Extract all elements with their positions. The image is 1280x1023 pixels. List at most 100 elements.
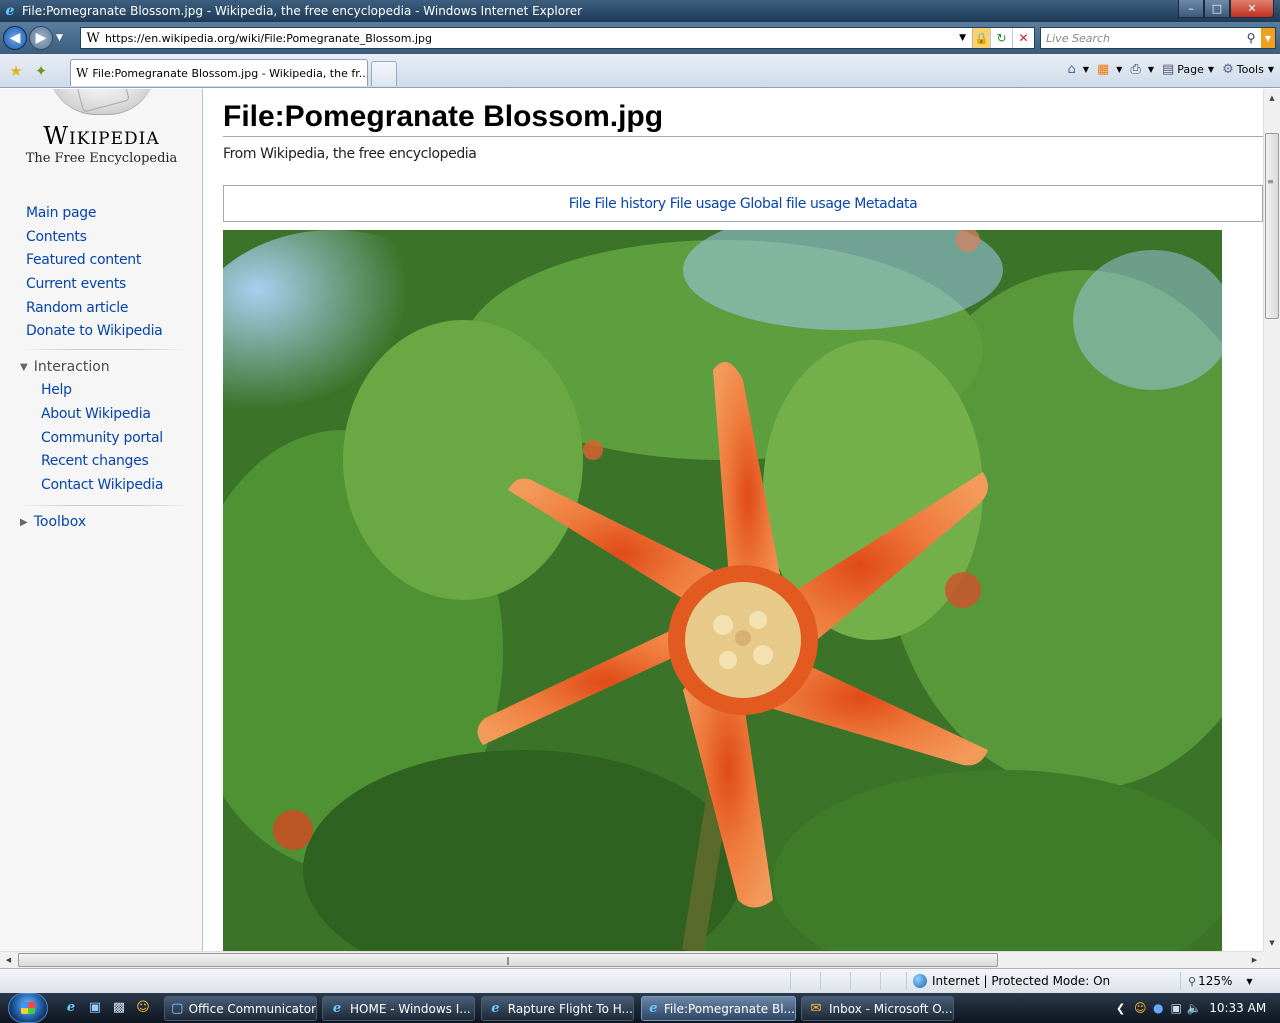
nav-link-contact[interactable]: Contact Wikipedia [41,477,163,501]
scroll-up-arrow[interactable]: ▲ [1264,89,1280,106]
ie-icon[interactable]: e [62,1000,80,1016]
scroll-right-arrow[interactable]: ▶ [1246,952,1263,968]
feeds-button[interactable]: ▦ ▼ [1097,62,1122,77]
lock-icon[interactable]: 🔒 [972,28,990,48]
nav-link-help[interactable]: Help [41,382,163,406]
page-menu-button[interactable]: ▤ Page ▼ [1162,62,1214,77]
chevron-down-icon: ▼ [1082,65,1089,74]
add-favorites-icon[interactable]: ✦ [30,62,52,80]
vertical-scroll-thumb[interactable] [1265,133,1279,319]
stop-icon[interactable]: ✕ [1012,28,1034,48]
favorites-star-icon[interactable]: ★ [5,62,27,80]
new-tab-button[interactable] [371,61,397,86]
taskbar-button-office-communicator[interactable]: ▢ Office Communicator [164,996,317,1021]
recent-pages-dropdown[interactable]: ▼ [56,33,63,43]
taskbar: e ▣ ▩ ☺ ▢ Office Communicator e HOME - W… [0,993,1280,1023]
address-dropdown-icon[interactable]: ▼ [959,33,966,43]
search-icon[interactable]: ⚲ [1241,31,1261,45]
nav-link-random-article[interactable]: Random article [26,300,162,324]
security-zone-label: Internet | Protected Mode: On [932,974,1111,988]
clock[interactable]: 10:33 AM [1209,1001,1266,1015]
nav-link-donate[interactable]: Donate to Wikipedia [26,323,163,347]
window-title-bar[interactable]: e File:Pomegranate Blossom.jpg - Wikiped… [0,0,1280,22]
nav-link-current-events[interactable]: Current events [26,276,162,300]
toc-link-file-usage[interactable]: File usage [670,196,737,212]
quick-launch: e ▣ ▩ ☺ [62,1000,158,1016]
gear-icon: ⚙ [1222,62,1234,77]
horizontal-scrollbar[interactable]: ◀ ‖ ▶ [0,951,1263,968]
zoom-level[interactable]: ⚲ 125% ▼ [1188,974,1253,988]
interaction-list: Help About Wikipedia Community portal Re… [41,382,163,501]
search-input[interactable]: Live Search [1041,32,1241,45]
toc-link-file-history[interactable]: File history [595,196,667,212]
back-button[interactable]: ◀ [3,26,27,50]
vertical-scrollbar[interactable]: ▲ ≡ ▼ [1263,89,1280,951]
taskbar-button-label: File:Pomegranate Bl... [663,1001,795,1016]
site-subtitle: From Wikipedia, the free encyclopedia [223,146,477,162]
page-icon: ▤ [1161,62,1175,77]
status-bar: Internet | Protected Mode: On ⚲ 125% ▼ [0,968,1280,993]
nav-link-recent-changes[interactable]: Recent changes [41,453,163,477]
start-button[interactable] [8,993,48,1023]
portal-divider [20,349,190,350]
internet-globe-icon [913,974,927,988]
home-icon: ⌂ [1067,62,1076,77]
toc-link-file[interactable]: File [569,196,591,212]
volume-icon[interactable]: 🔈 [1185,1001,1203,1015]
scroll-left-arrow[interactable]: ◀ [0,952,17,968]
address-bar[interactable]: W https://en.wikipedia.org/wiki/File:Pom… [80,27,1035,49]
taskbar-button-pomegranate[interactable]: e File:Pomegranate Bl... [641,996,796,1021]
taskbar-button-inbox[interactable]: ✉ Inbox - Microsoft O... [801,996,954,1021]
chevron-down-icon: ▼ [1147,65,1154,74]
toc-link-global-file-usage[interactable]: Global file usage [740,196,851,212]
url-text[interactable]: https://en.wikipedia.org/wiki/File:Pomeg… [105,32,959,45]
tools-menu-button[interactable]: ⚙ Tools ▼ [1222,62,1274,77]
scroll-down-arrow[interactable]: ▼ [1264,934,1280,951]
status-divider [906,972,907,990]
close-window-button[interactable]: ✕ [1230,0,1274,18]
nav-link-main-page[interactable]: Main page [26,205,162,229]
ie-icon: e [5,3,15,19]
status-divider [1180,972,1181,990]
scrollbar-corner [1263,951,1280,968]
home-button[interactable]: ⌂ ▼ [1068,62,1089,77]
chevron-left-icon[interactable]: ❮ [1116,1002,1125,1015]
print-button[interactable]: ⎙ ▼ [1130,62,1154,77]
rss-icon: ▦ [1096,62,1110,77]
triangle-down-icon: ▼ [20,361,28,373]
live-search-box[interactable]: Live Search ⚲ ▼ [1040,27,1276,49]
pomegranate-blossom-photo[interactable] [223,230,1222,951]
toolbox-heading[interactable]: ▶ Toolbox [20,514,86,530]
minimize-button[interactable]: – [1178,0,1204,18]
horizontal-scroll-thumb[interactable]: ‖ [18,953,998,967]
page-title: File:Pomegranate Blossom.jpg [223,100,664,133]
messenger-icon[interactable]: ☺ [134,1000,152,1016]
tab-current[interactable]: W File:Pomegranate Blossom.jpg - Wikiped… [70,59,368,86]
switch-windows-icon[interactable]: ▩ [110,1000,128,1016]
people-tray-icon[interactable]: ● [1149,1001,1167,1015]
maximize-button[interactable]: □ [1204,0,1230,18]
wikipedia-wordmark[interactable]: Wikipedia [0,122,203,150]
network-icon[interactable]: ▣ [1167,1001,1185,1015]
taskbar-button-label: HOME - Windows I... [350,1001,471,1016]
refresh-icon[interactable]: ↻ [990,28,1012,48]
taskbar-button-label: Rapture Flight To H... [507,1001,633,1016]
communicator-icon: ▢ [171,1000,184,1016]
security-zone[interactable]: Internet | Protected Mode: On [913,974,1110,988]
show-desktop-icon[interactable]: ▣ [86,1000,104,1016]
interaction-heading[interactable]: ▼ Interaction [20,359,110,375]
nav-link-featured-content[interactable]: Featured content [26,252,162,276]
system-tray: ❮ ☺ ● ▣ 🔈 10:33 AM [1112,993,1280,1023]
search-options-dropdown[interactable]: ▼ [1261,28,1275,48]
toolbox-heading-label: Toolbox [33,514,87,530]
taskbar-button-rapture[interactable]: e Rapture Flight To H... [481,996,634,1021]
nav-link-community-portal[interactable]: Community portal [41,430,163,454]
wikipedia-globe-logo[interactable] [48,89,156,115]
nav-link-about[interactable]: About Wikipedia [41,406,163,430]
messenger-tray-icon[interactable]: ☺ [1131,1001,1149,1015]
toc-link-metadata[interactable]: Metadata [854,196,918,212]
taskbar-button-home[interactable]: e HOME - Windows I... [322,996,475,1021]
forward-button[interactable]: ▶ [29,26,53,50]
outlook-icon: ✉ [810,1000,822,1016]
nav-link-contents[interactable]: Contents [26,229,162,253]
